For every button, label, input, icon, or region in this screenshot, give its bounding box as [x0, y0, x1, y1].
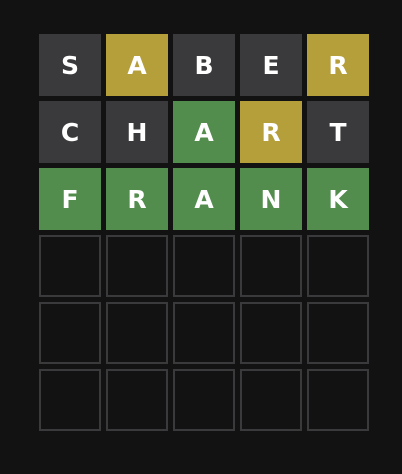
letter-tile: R	[240, 101, 302, 163]
empty-tile	[307, 302, 369, 364]
letter-tile: C	[39, 101, 101, 163]
letter-tile: A	[173, 101, 235, 163]
letter-tile: N	[240, 168, 302, 230]
empty-tile	[106, 302, 168, 364]
letter-tile: A	[173, 168, 235, 230]
letter-tile: K	[307, 168, 369, 230]
empty-tile	[307, 235, 369, 297]
empty-tile	[39, 369, 101, 431]
letter-tile: H	[106, 101, 168, 163]
letter-tile: S	[39, 34, 101, 96]
empty-tile	[106, 235, 168, 297]
empty-tile	[240, 302, 302, 364]
letter-tile: R	[106, 168, 168, 230]
empty-tile	[173, 302, 235, 364]
empty-tile	[106, 369, 168, 431]
letter-tile: R	[307, 34, 369, 96]
empty-tile	[39, 235, 101, 297]
letter-tile: F	[39, 168, 101, 230]
empty-tile	[240, 369, 302, 431]
empty-tile	[39, 302, 101, 364]
letter-tile: T	[307, 101, 369, 163]
letter-tile: A	[106, 34, 168, 96]
game-board: SABERCHARTFRANK	[39, 34, 369, 431]
letter-tile: B	[173, 34, 235, 96]
letter-tile: E	[240, 34, 302, 96]
empty-tile	[173, 235, 235, 297]
empty-tile	[240, 235, 302, 297]
empty-tile	[307, 369, 369, 431]
empty-tile	[173, 369, 235, 431]
